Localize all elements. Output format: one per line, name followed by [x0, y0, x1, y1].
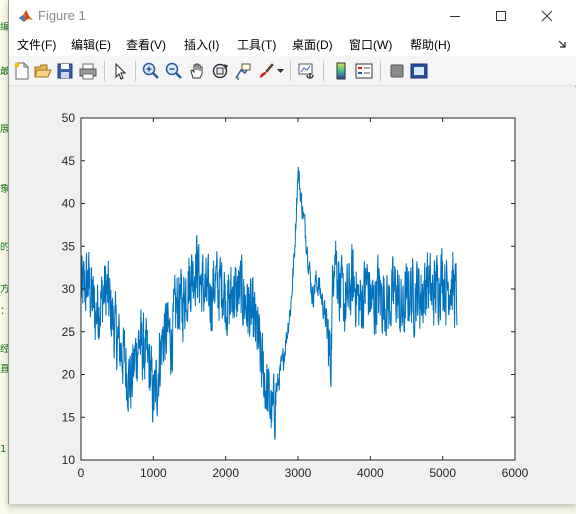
- menu-tools[interactable]: 工具(T): [237, 36, 276, 53]
- minimize-icon: [450, 15, 460, 17]
- zoom-in-icon[interactable]: [141, 61, 161, 81]
- x-tick-label: 3000: [285, 466, 312, 480]
- menu-file[interactable]: 文件(F): [17, 36, 56, 53]
- close-button[interactable]: [524, 0, 570, 31]
- title-bar[interactable]: Figure 1: [9, 0, 576, 31]
- toolbar-separator: [290, 61, 291, 81]
- menu-edit[interactable]: 编辑(E): [71, 36, 111, 53]
- brush-dropdown-icon[interactable]: [277, 69, 284, 74]
- zoom-out-icon[interactable]: [164, 61, 184, 81]
- menu-help[interactable]: 帮助(H): [410, 36, 451, 53]
- y-tick-label: 15: [62, 410, 76, 424]
- rotate-3d-icon[interactable]: [210, 61, 230, 81]
- open-file-icon[interactable]: [33, 61, 53, 81]
- x-tick-label: 1000: [140, 466, 167, 480]
- y-tick-label: 45: [62, 154, 76, 168]
- matlab-icon: [19, 10, 33, 22]
- y-tick-label: 25: [62, 325, 76, 339]
- toolbar-separator: [135, 61, 136, 81]
- insert-legend-icon[interactable]: [354, 61, 374, 81]
- y-tick-label: 20: [62, 368, 76, 382]
- y-tick-label: 10: [62, 453, 76, 467]
- menu-window[interactable]: 窗口(W): [349, 36, 392, 53]
- new-figure-icon[interactable]: [12, 61, 32, 81]
- menu-view[interactable]: 查看(V): [126, 36, 166, 53]
- y-tick-label: 30: [62, 282, 76, 296]
- menu-insert[interactable]: 插入(I): [184, 36, 219, 53]
- close-icon: [541, 10, 553, 21]
- figure-window: Figure 1 文件(F) 编辑(E) 查看(V) 插入(I) 工具(T) 桌…: [8, 0, 576, 504]
- menu-bar: 文件(F) 编辑(E) 查看(V) 插入(I) 工具(T) 桌面(D) 窗口(W…: [9, 31, 576, 56]
- x-tick-label: 6000: [502, 466, 529, 480]
- brush-icon[interactable]: [256, 61, 276, 81]
- print-icon[interactable]: [78, 61, 98, 81]
- figure-toolbar: [9, 56, 576, 86]
- y-tick-label: 35: [62, 239, 76, 253]
- insert-colorbar-icon[interactable]: [331, 61, 351, 81]
- window-title: Figure 1: [38, 8, 86, 23]
- menu-desktop[interactable]: 桌面(D): [292, 36, 333, 53]
- data-cursor-icon[interactable]: [233, 61, 253, 81]
- pan-hand-icon[interactable]: [187, 61, 207, 81]
- link-plot-icon[interactable]: [297, 61, 317, 81]
- toolbar-separator: [380, 61, 381, 81]
- save-icon[interactable]: [55, 61, 75, 81]
- minimize-button[interactable]: [432, 0, 478, 31]
- maximize-icon: [496, 10, 506, 21]
- x-tick-label: 0: [78, 466, 85, 480]
- x-tick-label: 4000: [357, 466, 384, 480]
- toolbar-separator: [323, 61, 324, 81]
- figure-canvas[interactable]: 0 1000 2000 3000 4000 5000 6000 10 15 20 25 30 35 40 4…: [9, 87, 576, 504]
- toolbar-separator: [104, 61, 105, 81]
- hide-plot-tools-icon[interactable]: [387, 61, 407, 81]
- x-tick-label: 2000: [212, 466, 239, 480]
- x-tick-label: 5000: [429, 466, 456, 480]
- show-plot-tools-icon[interactable]: [409, 61, 429, 81]
- line-plot[interactable]: 0 1000 2000 3000 4000 5000 6000 10 15 20 25 30 35 40 4…: [9, 87, 576, 504]
- edit-plot-arrow-icon[interactable]: [110, 61, 130, 81]
- y-tick-label: 40: [62, 197, 76, 211]
- y-tick-label: 50: [62, 111, 76, 125]
- maximize-button[interactable]: [478, 0, 524, 31]
- menu-dock-arrow-icon[interactable]: [557, 39, 567, 49]
